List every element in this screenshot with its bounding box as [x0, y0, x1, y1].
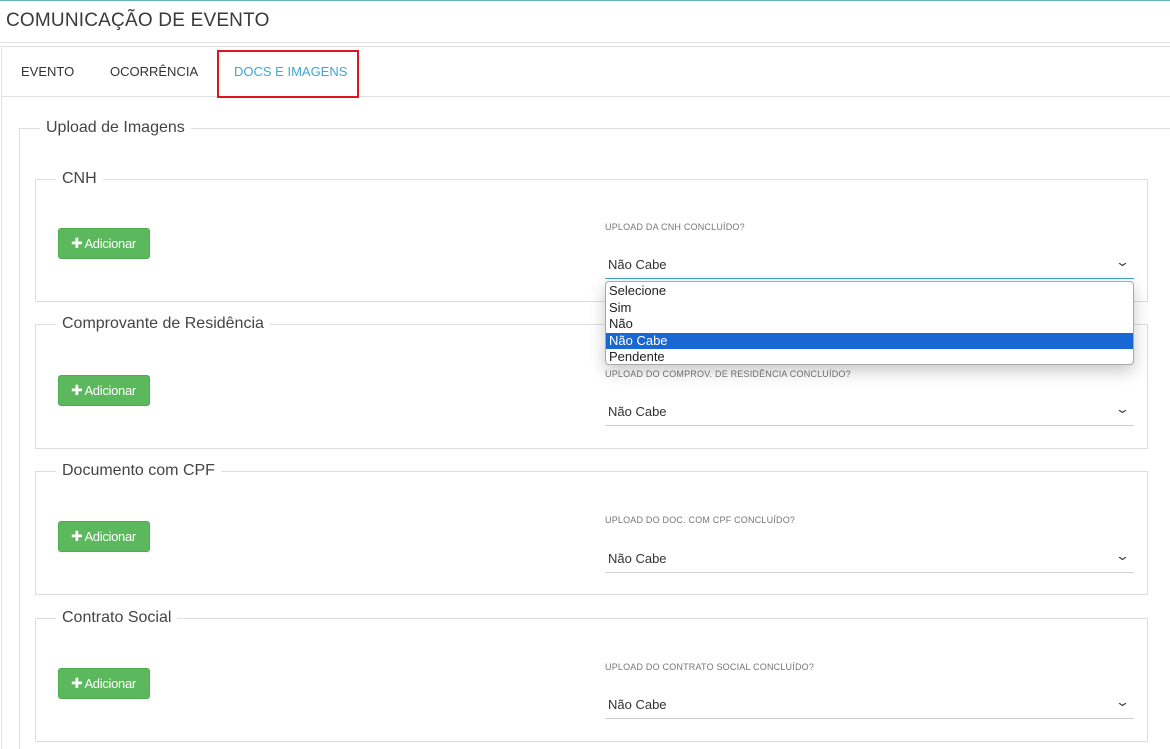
cnh-dropdown-list: Selecione Sim Não Não Cabe Pendente	[605, 281, 1134, 365]
plus-icon: ✚	[71, 675, 83, 691]
section-contrato-social: Contrato Social	[35, 609, 1148, 742]
chevron-down-icon: ⌄	[1114, 254, 1131, 269]
section-contrato-legend: Contrato Social	[62, 609, 172, 626]
plus-icon: ✚	[71, 528, 83, 544]
add-button-label: Adicionar	[84, 676, 136, 691]
add-contrato-button[interactable]: ✚ Adicionar	[58, 668, 150, 699]
comprovante-upload-select[interactable]: Não Cabe ⌄	[605, 399, 1134, 426]
comprovante-upload-label: UPLOAD DO COMPROV. DE RESIDÊNCIA CONCLUÍ…	[605, 369, 851, 379]
tab-ocorrencia[interactable]: OCORRÊNCIA	[110, 64, 198, 79]
section-documento-cpf: Documento com CPF	[35, 462, 1148, 595]
add-button-label: Adicionar	[84, 236, 136, 251]
page-header: COMUNICAÇÃO DE EVENTO	[0, 0, 1170, 43]
chevron-down-icon: ⌄	[1114, 694, 1131, 709]
contrato-upload-select[interactable]: Não Cabe ⌄	[605, 692, 1134, 719]
plus-icon: ✚	[71, 382, 83, 398]
cnh-upload-label: UPLOAD DA CNH CONCLUÍDO?	[605, 222, 745, 232]
cnh-upload-select[interactable]: Não Cabe ⌄	[605, 252, 1134, 279]
tab-bar: EVENTO OCORRÊNCIA DOCS E IMAGENS	[2, 47, 1170, 98]
dropdown-option-sim[interactable]: Sim	[606, 300, 1133, 317]
section-comprovante-legend: Comprovante de Residência	[62, 315, 264, 332]
section-cnh-legend: CNH	[62, 170, 97, 187]
upload-images-legend: Upload de Imagens	[46, 119, 185, 136]
add-button-label: Adicionar	[84, 383, 136, 398]
cnh-upload-select-value: Não Cabe	[608, 257, 667, 272]
add-cpf-button[interactable]: ✚ Adicionar	[58, 521, 150, 552]
cpf-upload-select[interactable]: Não Cabe ⌄	[605, 546, 1134, 573]
add-cnh-button[interactable]: ✚ Adicionar	[58, 228, 150, 259]
page-title: COMUNICAÇÃO DE EVENTO	[6, 10, 270, 31]
add-button-label: Adicionar	[84, 529, 136, 544]
comprovante-upload-select-value: Não Cabe	[608, 404, 667, 419]
section-cpf-legend: Documento com CPF	[62, 462, 215, 479]
dropdown-option-pendente[interactable]: Pendente	[606, 349, 1133, 364]
add-comprovante-button[interactable]: ✚ Adicionar	[58, 375, 150, 406]
plus-icon: ✚	[71, 235, 83, 251]
tab-docs-e-imagens[interactable]: DOCS E IMAGENS	[234, 64, 347, 79]
chevron-down-icon: ⌄	[1114, 401, 1131, 416]
contrato-upload-select-value: Não Cabe	[608, 697, 667, 712]
dropdown-option-selecione[interactable]: Selecione	[606, 283, 1133, 300]
contrato-upload-label: UPLOAD DO CONTRATO SOCIAL CONCLUÍDO?	[605, 662, 815, 672]
cpf-upload-label: UPLOAD DO DOC. COM CPF CONCLUÍDO?	[605, 515, 796, 525]
dropdown-option-nao[interactable]: Não	[606, 316, 1133, 333]
cpf-upload-select-value: Não Cabe	[608, 551, 667, 566]
dropdown-option-nao-cabe[interactable]: Não Cabe	[606, 332, 1133, 349]
chevron-down-icon: ⌄	[1114, 548, 1131, 563]
tab-evento[interactable]: EVENTO	[21, 64, 74, 79]
